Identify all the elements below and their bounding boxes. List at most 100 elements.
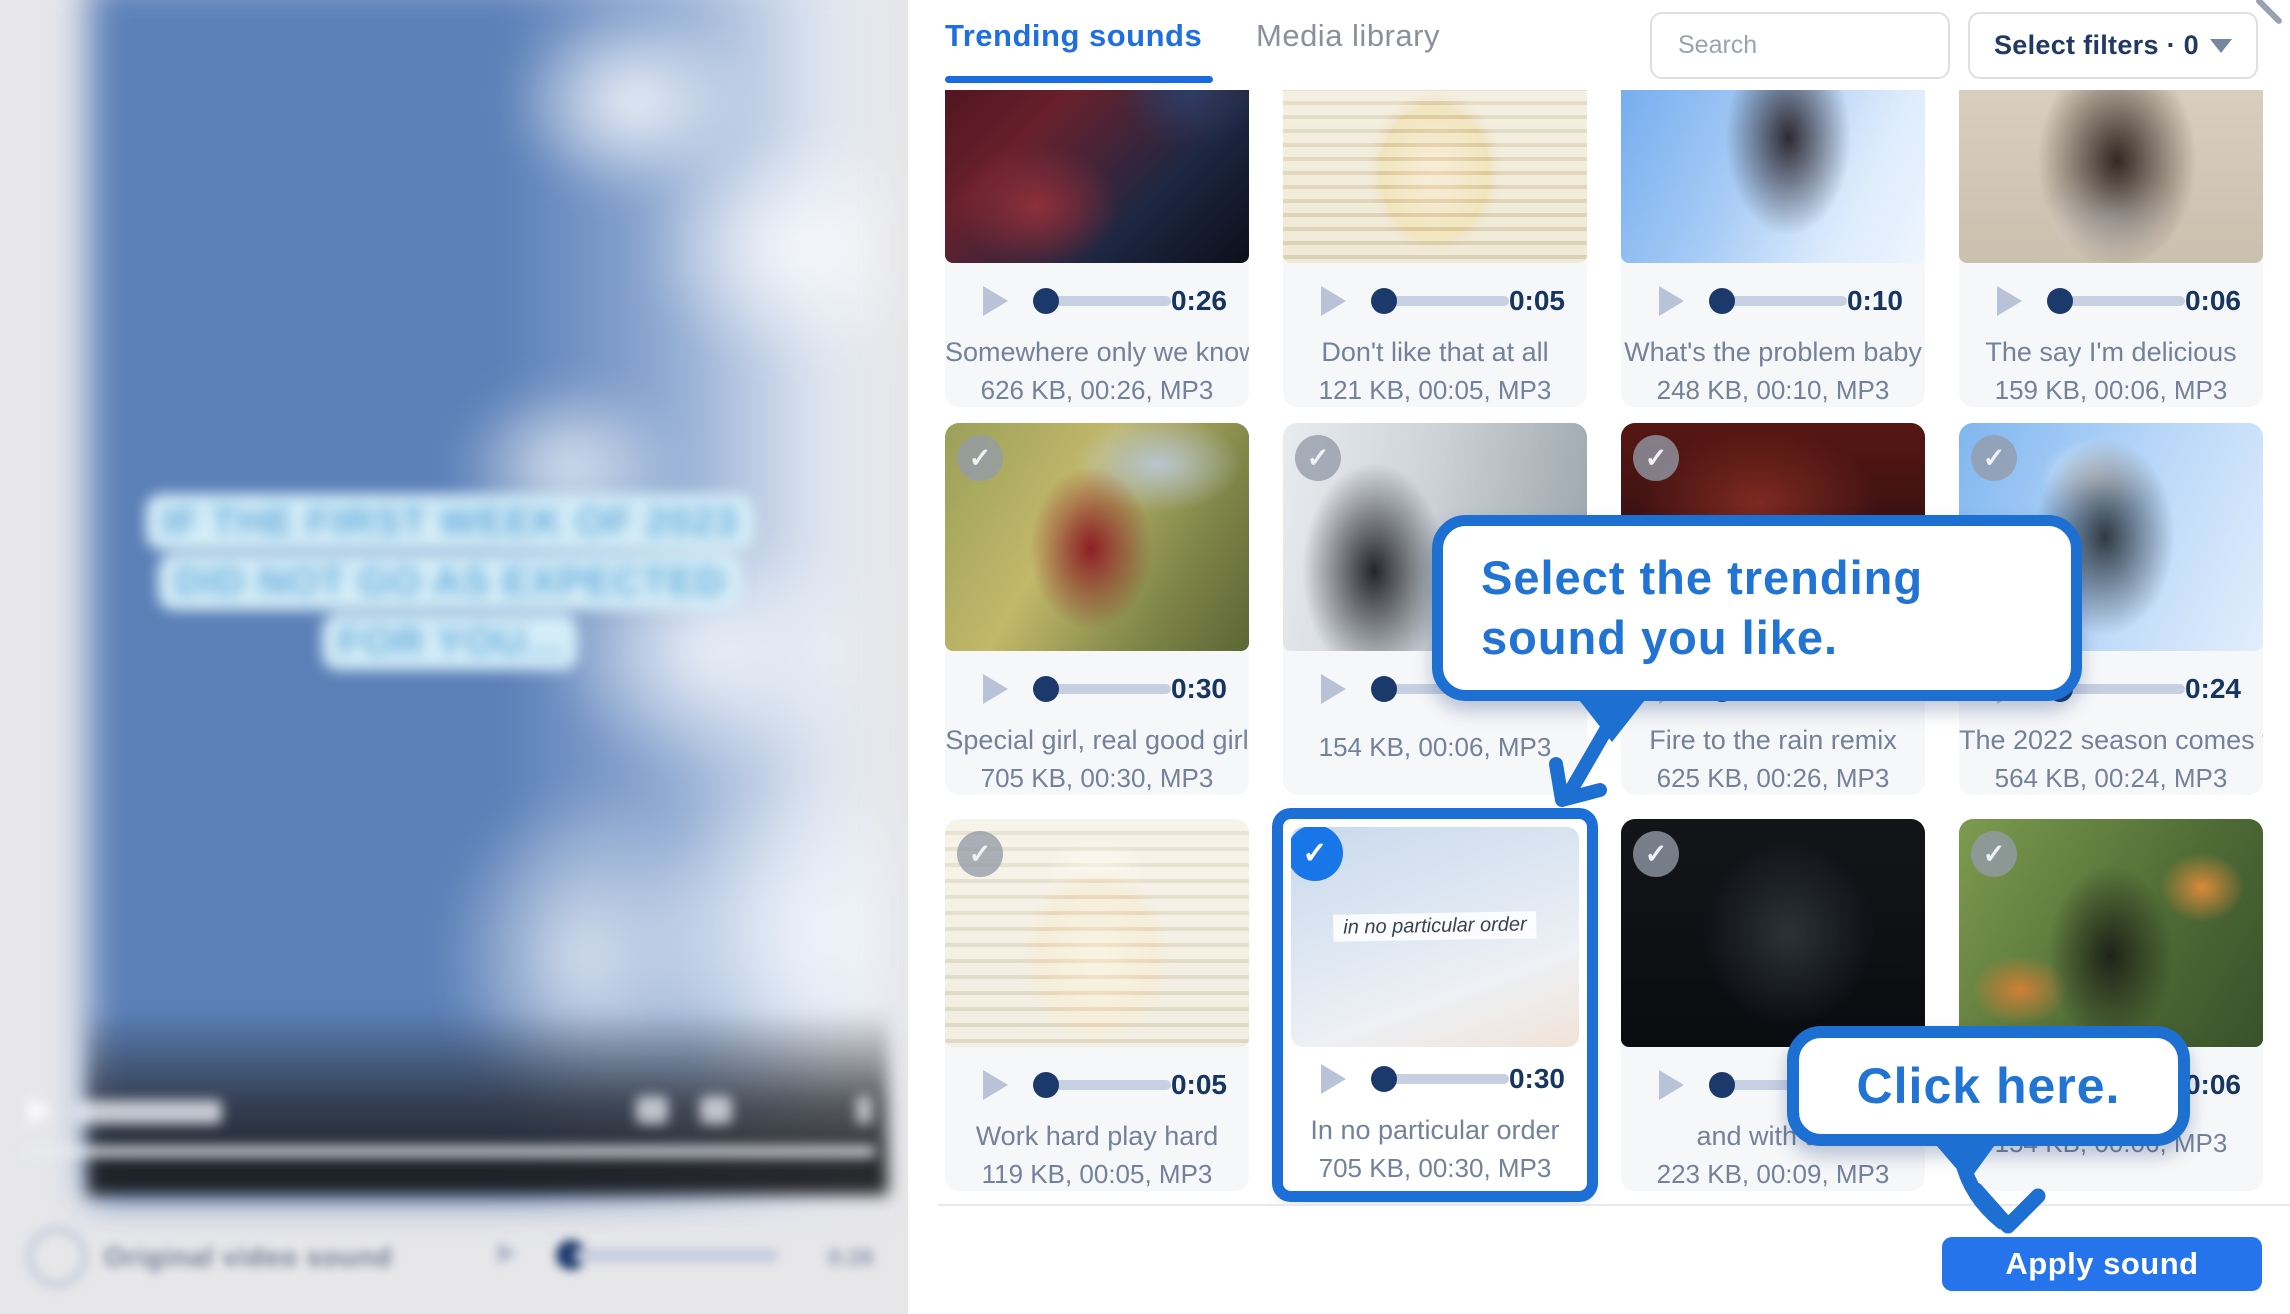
sound-thumbnail: ✓	[1621, 819, 1925, 1047]
sound-card[interactable]: 0:06 The say I'm delicious 159 KB, 00:06…	[1959, 90, 2263, 407]
sound-title: The say I'm delicious	[1959, 337, 2263, 368]
sound-info: 705 KB, 00:30, MP3	[1283, 1153, 1587, 1184]
callout-text-line: sound you like.	[1481, 608, 2071, 668]
play-icon[interactable]	[1321, 286, 1346, 316]
sound-title: In no particular order	[1283, 1115, 1587, 1146]
check-icon[interactable]: ✓	[1295, 435, 1341, 481]
thumbnail-caption: in no particular order	[1333, 911, 1537, 942]
sound-thumbnail	[1283, 90, 1587, 263]
active-tab-underline	[945, 76, 1213, 83]
play-icon[interactable]	[1659, 286, 1684, 316]
duration-label: 0:30	[1171, 673, 1227, 705]
video-volume-icon[interactable]	[636, 1096, 668, 1124]
check-icon[interactable]: ✓	[1971, 435, 2017, 481]
sound-title: Special girl, real good girl	[945, 725, 1249, 756]
duration-label: 0:10	[1847, 285, 1903, 317]
video-fullscreen-icon[interactable]	[856, 1096, 872, 1124]
sound-card[interactable]: ✓ 0:05 Work hard play hard 119 KB, 00:05…	[945, 819, 1249, 1191]
play-icon[interactable]	[983, 286, 1008, 316]
duration-label: 0:05	[1509, 285, 1565, 317]
audio-progress[interactable]	[1036, 684, 1171, 694]
audio-progress[interactable]	[1374, 1074, 1509, 1084]
audio-progress[interactable]	[1036, 296, 1171, 306]
search-box	[1650, 12, 1950, 79]
sound-info: 159 KB, 00:06, MP3	[1959, 375, 2263, 406]
original-sound-row: Original video sound 0:26	[0, 1196, 908, 1314]
filters-dropdown[interactable]: Select filters · 0	[1968, 12, 2258, 79]
progress-dot	[1709, 288, 1735, 314]
sound-info: 626 KB, 00:26, MP3	[945, 375, 1249, 406]
sound-card[interactable]: 0:10 What's the problem baby 248 KB, 00:…	[1621, 90, 1925, 407]
footer-divider	[938, 1204, 2290, 1206]
sound-title: The 2022 season comes to	[1959, 725, 2263, 756]
sound-info: 705 KB, 00:30, MP3	[945, 763, 1249, 794]
video-caption: IF THE FIRST WEEK OF 2023 DID NOT GO AS …	[130, 492, 770, 672]
duration-label: 0:06	[2185, 285, 2241, 317]
check-icon[interactable]: ✓	[957, 435, 1003, 481]
sound-card-selected[interactable]: in no particular order ✓ 0:30 In no part…	[1283, 819, 1587, 1191]
sound-info: 248 KB, 00:10, MP3	[1621, 375, 1925, 406]
check-icon-selected[interactable]: ✓	[1291, 827, 1343, 881]
video-preview-panel: IF THE FIRST WEEK OF 2023 DID NOT GO AS …	[0, 0, 908, 1314]
sound-info: 121 KB, 00:05, MP3	[1283, 375, 1587, 406]
tutorial-callout-click: Click here.	[1787, 1026, 2190, 1146]
play-icon[interactable]	[983, 1070, 1008, 1100]
caption-line: IF THE FIRST WEEK OF 2023	[146, 494, 754, 550]
duration-label: 0:30	[1509, 1063, 1565, 1095]
play-icon[interactable]	[1659, 1070, 1684, 1100]
sound-title: Don't like that at all	[1283, 337, 1587, 368]
sound-info: 625 KB, 00:26, MP3	[1621, 763, 1925, 794]
video-timecode-blurred	[72, 1100, 222, 1124]
sound-play-icon[interactable]	[498, 1242, 516, 1264]
play-icon[interactable]	[1321, 674, 1346, 704]
progress-dot	[1709, 1072, 1735, 1098]
sound-thumbnail: ✓	[945, 819, 1249, 1047]
media-sounds-screen: IF THE FIRST WEEK OF 2023 DID NOT GO AS …	[0, 0, 2290, 1314]
duration-label: 0:05	[1171, 1069, 1227, 1101]
check-icon[interactable]: ✓	[1633, 435, 1679, 481]
check-icon[interactable]: ✓	[1971, 831, 2017, 877]
caption-line: DID NOT GO AS EXPECTED	[158, 554, 742, 610]
duration-label: 0:24	[2185, 673, 2241, 705]
sound-card[interactable]: 0:26 Somewhere only we know- 626 KB, 00:…	[945, 90, 1249, 407]
progress-dot	[1371, 1066, 1397, 1092]
progress-dot	[1033, 288, 1059, 314]
sound-progress-track[interactable]	[574, 1249, 779, 1262]
sound-source-icon[interactable]	[26, 1226, 88, 1288]
sound-info: 564 KB, 00:24, MP3	[1959, 763, 2263, 794]
play-icon[interactable]	[983, 674, 1008, 704]
check-icon[interactable]: ✓	[1633, 831, 1679, 877]
search-input[interactable]	[1678, 14, 1928, 77]
check-icon[interactable]: ✓	[957, 831, 1003, 877]
callout-text: Click here.	[1857, 1057, 2121, 1115]
audio-progress[interactable]	[2050, 296, 2185, 306]
video-progress-bar[interactable]	[24, 1146, 876, 1157]
apply-sound-button[interactable]: Apply sound	[1942, 1237, 2262, 1291]
tab-trending-sounds[interactable]: Trending sounds	[945, 18, 1202, 54]
sound-card[interactable]: ✓ 0:30 Special girl, real good girl 705 …	[945, 423, 1249, 795]
video-play-icon[interactable]	[28, 1096, 52, 1126]
duration-label: 0:26	[1171, 285, 1227, 317]
sound-title: Fire to the rain remix	[1621, 725, 1925, 756]
sound-thumbnail	[945, 90, 1249, 263]
sound-thumbnail	[1959, 90, 2263, 263]
audio-progress[interactable]	[1036, 1080, 1171, 1090]
audio-progress[interactable]	[1712, 296, 1847, 306]
sound-thumbnail: ✓	[1959, 819, 2263, 1047]
sound-card[interactable]: 0:05 Don't like that at all 121 KB, 00:0…	[1283, 90, 1587, 407]
caption-line: FOR YOU...	[322, 614, 579, 670]
sound-info: 223 KB, 00:09, MP3	[1621, 1159, 1925, 1190]
play-icon[interactable]	[1321, 1064, 1346, 1094]
sound-title: Work hard play hard	[945, 1121, 1249, 1152]
sound-title: Somewhere only we know-	[945, 337, 1249, 368]
progress-dot	[1033, 1072, 1059, 1098]
play-icon[interactable]	[1997, 286, 2022, 316]
sound-info: 154 KB, 00:06, MP3	[1283, 732, 1587, 763]
sound-thumbnail: ✓	[945, 423, 1249, 651]
audio-progress[interactable]	[1374, 296, 1509, 306]
video-settings-icon[interactable]	[700, 1096, 732, 1124]
tab-media-library[interactable]: Media library	[1256, 18, 1440, 54]
tutorial-callout-select: Select the trending sound you like.	[1432, 515, 2082, 701]
sound-info: 119 KB, 00:05, MP3	[945, 1159, 1249, 1190]
progress-dot	[1371, 288, 1397, 314]
